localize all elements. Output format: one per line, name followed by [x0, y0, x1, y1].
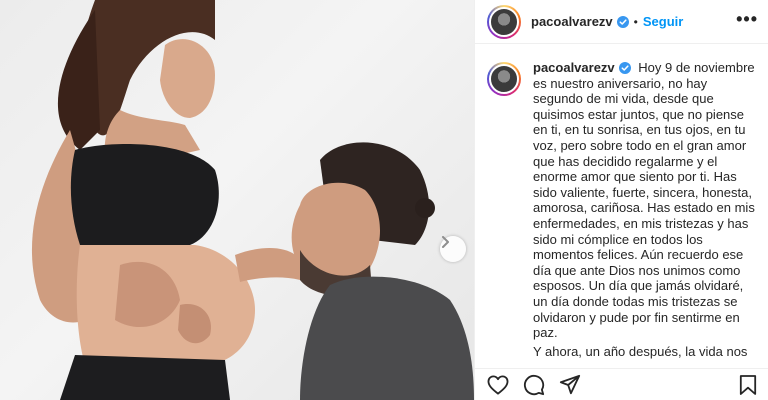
avatar[interactable]: [487, 4, 521, 39]
more-options-button[interactable]: •••: [736, 10, 758, 28]
caption-area: pacoalvarezv Hoy 9 de noviembre es nuest…: [475, 44, 768, 368]
caption-username[interactable]: pacoalvarezv: [533, 60, 615, 75]
header-username[interactable]: pacoalvarezv: [531, 14, 613, 29]
action-bar: [475, 368, 768, 400]
couple-photo-illustration: [31, 0, 474, 400]
caption-paragraph: Hoy 9 de noviembre es nuestro aniversari…: [533, 60, 755, 341]
follow-button[interactable]: Seguir: [643, 14, 683, 29]
next-photo-button[interactable]: [440, 236, 466, 262]
post-header: pacoalvarezv • Seguir •••: [475, 0, 768, 44]
caption-avatar[interactable]: [487, 62, 521, 96]
verified-badge-icon: [618, 62, 631, 74]
chevron-right-icon: [442, 236, 449, 248]
caption-paragraph: Y ahora, un año después, la vida nos: [533, 343, 748, 359]
verified-badge-icon: [616, 15, 629, 28]
post-details-panel: pacoalvarezv • Seguir ••• pacoalvarezv H…: [474, 0, 768, 400]
comment-icon[interactable]: [523, 374, 545, 396]
heart-icon[interactable]: [487, 374, 509, 395]
paper-plane-icon[interactable]: [559, 374, 581, 396]
caption-text: pacoalvarezv Hoy 9 de noviembre es nuest…: [533, 60, 756, 359]
separator-dot: •: [633, 14, 638, 29]
bookmark-icon[interactable]: [739, 374, 757, 396]
post-photo[interactable]: [0, 0, 474, 400]
